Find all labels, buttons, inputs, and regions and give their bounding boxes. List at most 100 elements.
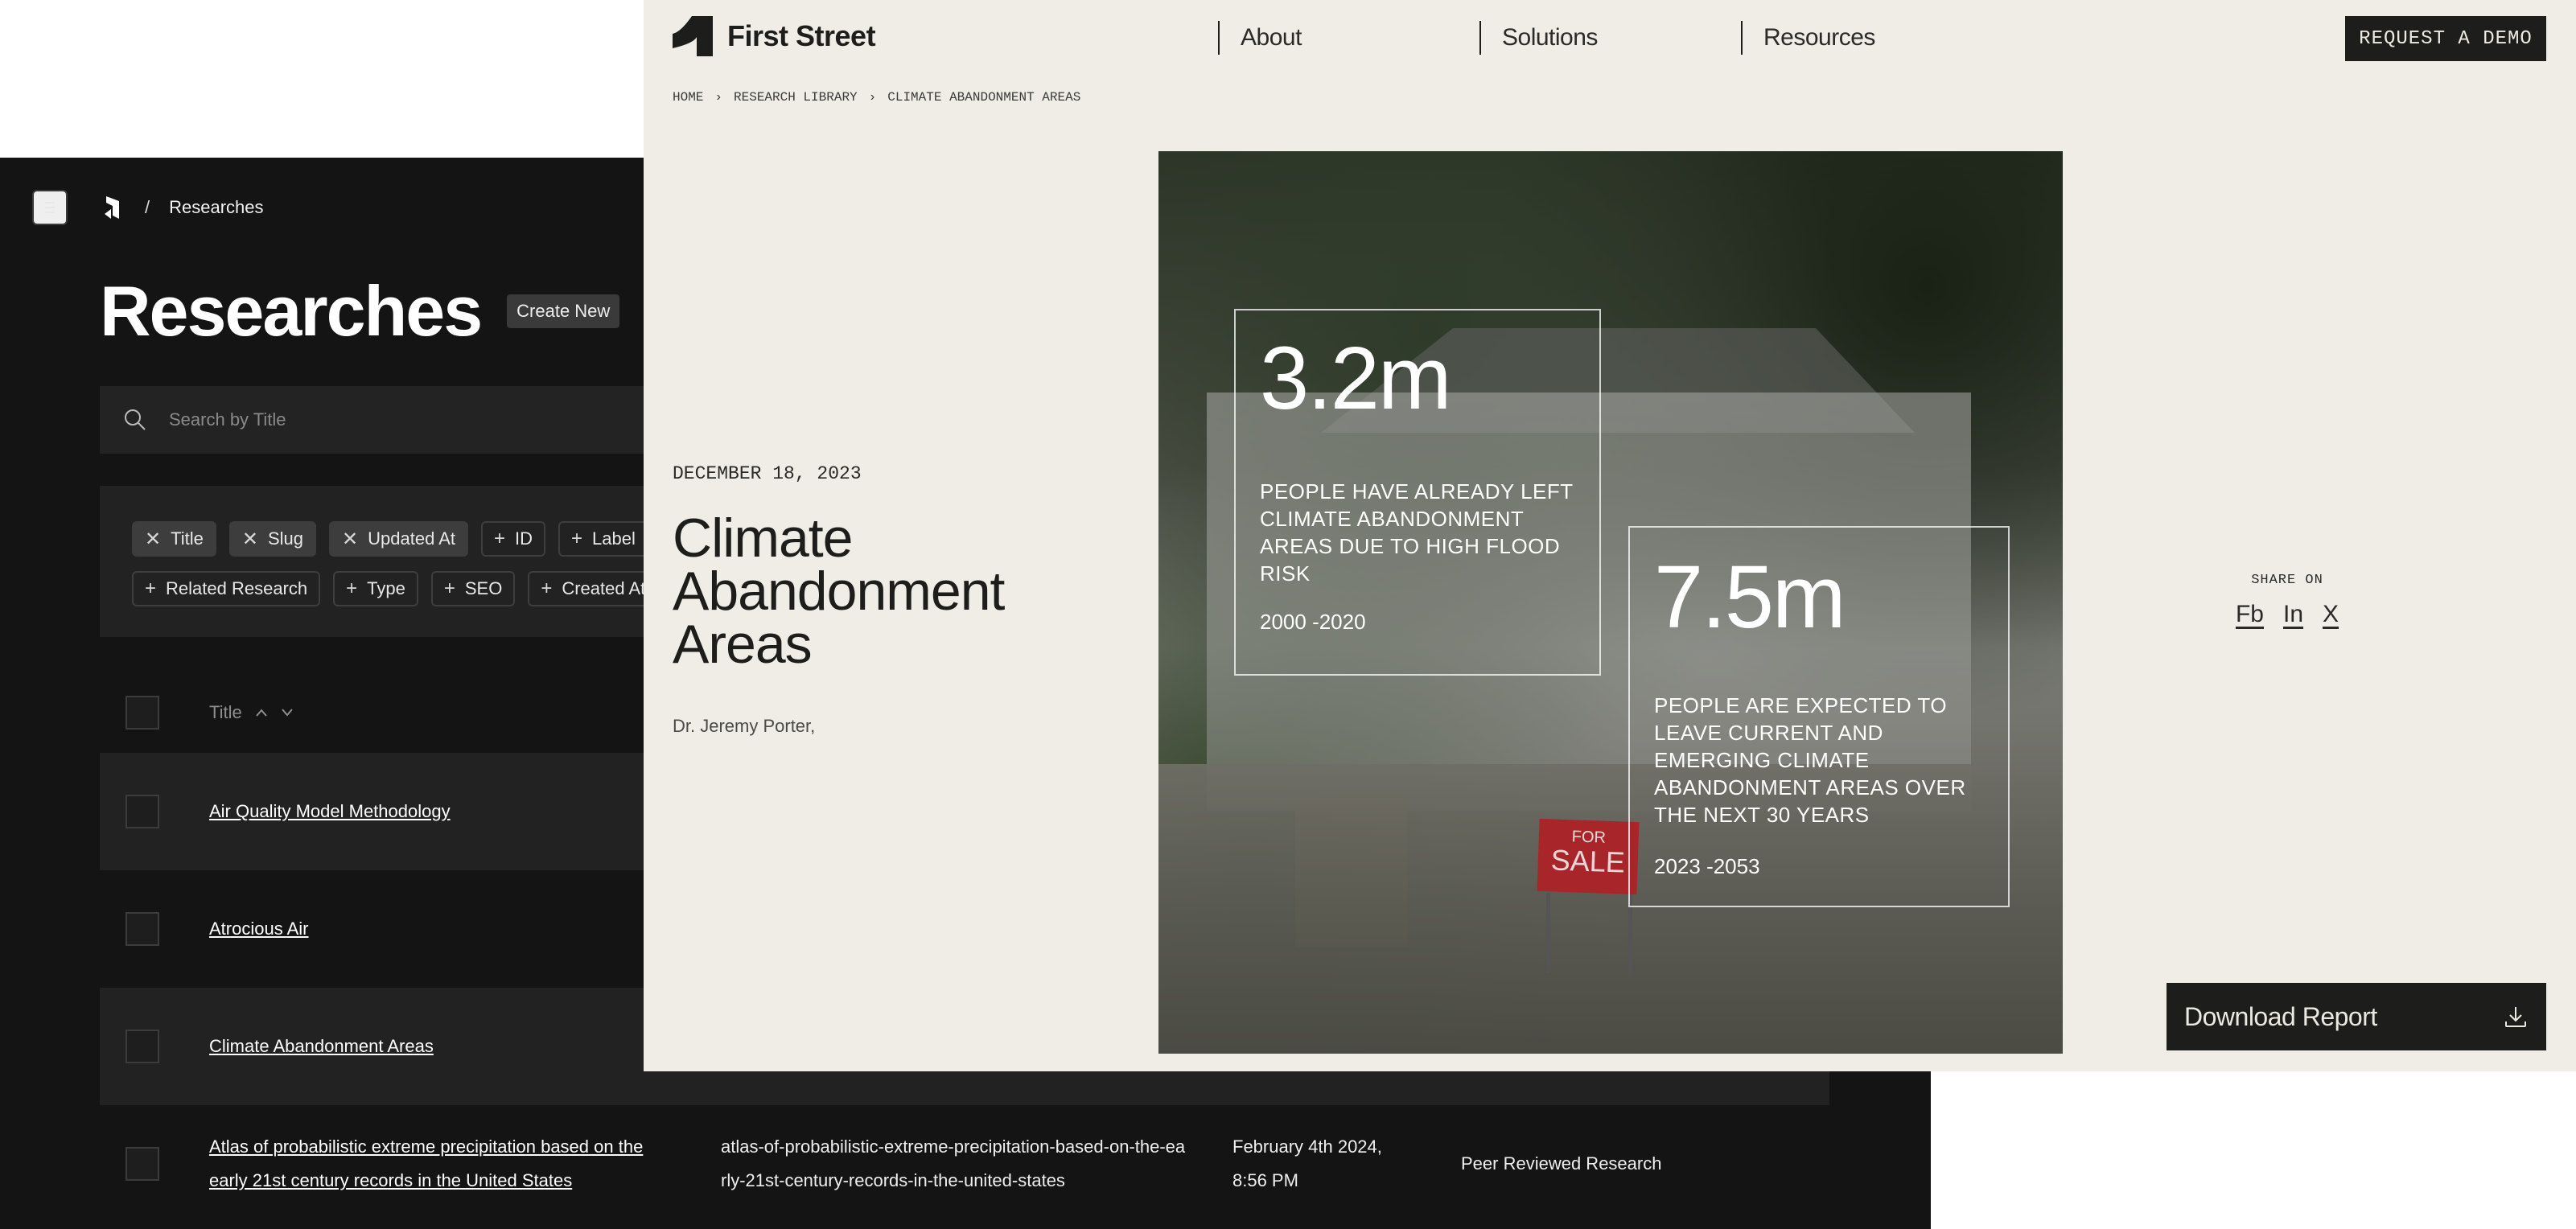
site-logo[interactable]: First Street: [673, 16, 876, 56]
stat-value: 7.5m: [1654, 548, 1846, 647]
plus-icon: +: [571, 528, 583, 549]
nav-link-solutions[interactable]: Solutions: [1502, 24, 1598, 51]
first-street-logo-icon: [673, 16, 713, 56]
row-updated-at: February 4th 2024, 8:56 PM: [1232, 1137, 1382, 1190]
chip-type[interactable]: + Type: [333, 571, 418, 606]
row-checkbox[interactable]: [126, 912, 159, 946]
stat-description: PEOPLE ARE EXPECTED TO LEAVE CURRENT AND…: [1654, 693, 1966, 827]
close-icon: ✕: [241, 528, 258, 550]
select-all-checkbox[interactable]: [126, 696, 159, 730]
breadcrumb-separator: ›: [714, 90, 723, 105]
nav-divider: [1218, 21, 1220, 55]
row-type: Peer Reviewed Research: [1461, 1153, 1662, 1174]
plus-icon: +: [494, 528, 506, 549]
share-facebook-link[interactable]: Fb: [2236, 601, 2264, 628]
row-slug: atlas-of-probabilistic-extreme-precipita…: [721, 1137, 1186, 1190]
website-preview: First Street About Solutions Resources R…: [644, 0, 2576, 1071]
share-x-link[interactable]: X: [2323, 601, 2339, 628]
request-demo-button[interactable]: REQUEST A DEMO: [2345, 16, 2546, 61]
stat-box: 3.2m PEOPLE HAVE ALREADY LEFT CLIMATE AB…: [1234, 309, 1601, 676]
stat-box: 7.5m PEOPLE ARE EXPECTED TO LEAVE CURREN…: [1628, 526, 2010, 907]
chip-updated-at[interactable]: ✕ Updated At: [329, 521, 468, 557]
chip-label: Title: [171, 528, 204, 549]
nav-solutions[interactable]: Solutions: [1479, 21, 1598, 55]
column-header-label: Title: [209, 702, 242, 722]
breadcrumb-current[interactable]: Researches: [169, 197, 263, 218]
row-checkbox[interactable]: [126, 1030, 159, 1063]
nav-divider: [1479, 21, 1481, 55]
plus-icon: +: [346, 578, 358, 599]
share-section: SHARE ON Fb In X: [2235, 573, 2339, 628]
stat-range: 2023 -2053: [1654, 854, 1760, 878]
search-input[interactable]: [169, 409, 652, 430]
breadcrumb: HOME › RESEARCH LIBRARY › CLIMATE ABANDO…: [673, 90, 1080, 105]
nav-divider: [1741, 21, 1743, 55]
row-title-link[interactable]: Climate Abandonment Areas: [209, 1030, 676, 1063]
chip-title[interactable]: ✕ Title: [132, 521, 216, 557]
chip-label: Label: [592, 528, 636, 549]
chip-label: Created At: [562, 578, 646, 598]
hamburger-icon: [45, 202, 55, 213]
download-icon: [2505, 1007, 2526, 1027]
article-title: Climate Abandonment Areas: [673, 508, 1005, 675]
nav-link-about[interactable]: About: [1241, 24, 1302, 51]
chip-label: Related Research: [166, 578, 308, 598]
chip-label: Slug: [267, 528, 304, 549]
sign-post: [1546, 893, 1550, 973]
breadcrumb-research-library[interactable]: RESEARCH LIBRARY: [734, 90, 858, 105]
chip-label[interactable]: + Label: [558, 521, 648, 557]
sign-text-bottom: SALE: [1550, 843, 1626, 879]
row-title-link[interactable]: Atlas of probabilistic extreme precipita…: [209, 1130, 676, 1198]
close-icon: ✕: [342, 528, 359, 550]
menu-button[interactable]: [32, 190, 68, 225]
chip-related-research[interactable]: + Related Research: [132, 571, 321, 606]
download-report-label: Download Report: [2184, 1001, 2377, 1031]
stat-range: 2000 -2020: [1260, 610, 1366, 634]
hero-image: FOR SALE 3.2m PEOPLE HAVE ALREADY LEFT C…: [1158, 151, 2063, 1054]
cms-topbar: / Researches: [32, 190, 264, 225]
chip-id[interactable]: + ID: [481, 521, 546, 557]
cms-logo-icon[interactable]: [101, 195, 126, 220]
nav-about[interactable]: About: [1218, 21, 1302, 55]
chip-label: SEO: [464, 578, 503, 598]
article-author: Dr. Jeremy Porter,: [673, 716, 816, 736]
table-row[interactable]: Atlas of probabilistic extreme precipita…: [100, 1105, 1829, 1223]
chip-label: Type: [367, 578, 405, 598]
page-title: Researches: [100, 271, 483, 351]
article-meta: DECEMBER 18, 2023 Climate Abandonment Ar…: [673, 463, 1091, 737]
row-title-link[interactable]: Atrocious Air: [209, 912, 676, 946]
column-header-title[interactable]: Title: [209, 702, 294, 723]
share-label: SHARE ON: [2251, 573, 2323, 588]
plus-icon: +: [541, 578, 553, 599]
chip-label: ID: [515, 528, 533, 549]
sort-ascending-icon[interactable]: [255, 708, 268, 717]
share-links: Fb In X: [2235, 601, 2339, 628]
nav-resources[interactable]: Resources: [1741, 21, 1875, 55]
stat-value: 3.2m: [1260, 329, 1452, 428]
search-icon: [125, 409, 146, 430]
breadcrumb-separator: /: [145, 197, 150, 217]
chip-seo[interactable]: + SEO: [430, 571, 516, 606]
breadcrumb-home[interactable]: HOME: [673, 90, 703, 105]
breadcrumb-current: CLIMATE ABANDONMENT AREAS: [887, 90, 1081, 105]
plus-icon: +: [145, 578, 157, 599]
publish-date: DECEMBER 18, 2023: [673, 463, 862, 484]
chip-label: Updated At: [368, 528, 455, 549]
row-checkbox[interactable]: [126, 1147, 159, 1181]
share-linkedin-link[interactable]: In: [2283, 601, 2303, 628]
plus-icon: +: [443, 578, 455, 599]
brand-name: First Street: [727, 19, 876, 52]
chip-slug[interactable]: ✕ Slug: [228, 521, 317, 557]
chip-created-at[interactable]: + Created At: [528, 571, 659, 606]
row-title-link[interactable]: Air Quality Model Methodology: [209, 795, 676, 828]
row-checkbox[interactable]: [126, 795, 159, 828]
for-sale-sign: FOR SALE: [1537, 818, 1640, 895]
download-report-button[interactable]: Download Report: [2167, 983, 2546, 1050]
sort-descending-icon[interactable]: [281, 708, 294, 717]
nav-link-resources[interactable]: Resources: [1763, 24, 1875, 51]
close-icon: ✕: [145, 528, 162, 550]
breadcrumb-separator: ›: [868, 90, 877, 105]
stat-description: PEOPLE HAVE ALREADY LEFT CLIMATE ABANDON…: [1260, 479, 1574, 586]
create-new-button[interactable]: Create New: [507, 294, 620, 328]
page-header: Researches Create New: [100, 270, 620, 352]
